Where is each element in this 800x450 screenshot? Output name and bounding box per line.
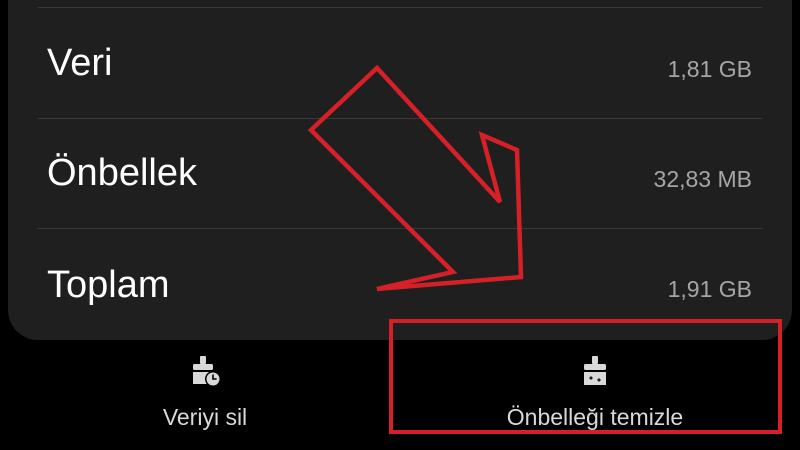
storage-row-cache: Önbellek 32,83 MB (38, 120, 762, 230)
storage-row-value: 1,81 GB (667, 56, 752, 82)
storage-row-value: 1,91 GB (667, 276, 752, 302)
divider (38, 7, 762, 8)
divider (38, 228, 762, 229)
storage-row-label: Veri (47, 42, 113, 84)
divider (38, 118, 762, 119)
clear-data-button[interactable]: Veriyi sil (60, 340, 350, 450)
app-storage-screen: Veri 1,81 GB Önbellek 32,83 MB Toplam 1,… (0, 0, 800, 450)
clear-cache-button[interactable]: Önbelleği temizle (450, 340, 740, 450)
broom-clock-icon (193, 356, 221, 387)
storage-row-data: Veri 1,81 GB (38, 10, 762, 120)
storage-row-total: Toplam 1,91 GB (38, 230, 762, 340)
storage-row-label: Önbellek (47, 152, 197, 194)
storage-row-label: Toplam (47, 264, 170, 306)
broom-icon (584, 356, 606, 385)
clear-cache-label: Önbelleği temizle (506, 404, 684, 430)
clear-data-label: Veriyi sil (162, 404, 248, 430)
storage-row-value: 32,83 MB (653, 166, 752, 192)
